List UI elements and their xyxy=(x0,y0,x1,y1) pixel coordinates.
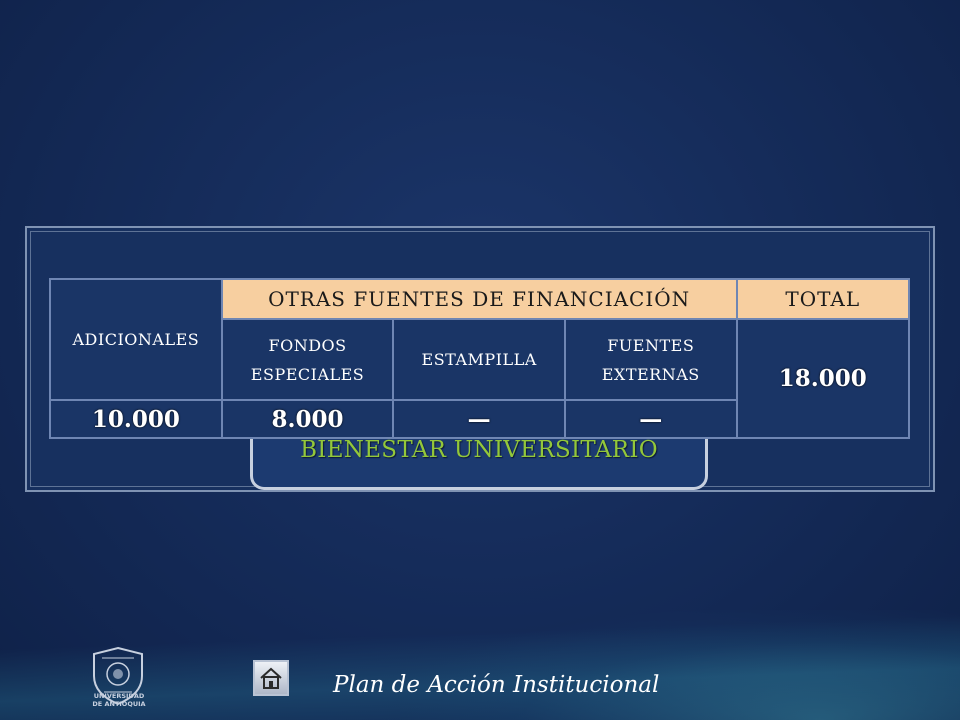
financing-table: ADICIONALES OTRAS FUENTES DE FINANCIACIÓ… xyxy=(49,278,911,439)
estampilla-value-cell: — xyxy=(392,399,566,439)
home-button[interactable] xyxy=(253,660,289,696)
total-header: TOTAL xyxy=(735,278,911,320)
estampilla-header: ESTAMPILLA xyxy=(392,318,566,401)
footer-title: Plan de Acción Institucional xyxy=(333,672,660,698)
fondos-especiales-header: FONDOS ESPECIALES xyxy=(220,318,395,401)
section-label: BIENESTAR UNIVERSITARIO xyxy=(300,437,658,463)
otras-fuentes-header: OTRAS FUENTES DE FINANCIACIÓN xyxy=(220,278,738,320)
fuentes-externas-header: FUENTES EXTERNAS xyxy=(563,318,738,401)
background-glow xyxy=(400,610,960,720)
table-header-row: ADICIONALES OTRAS FUENTES DE FINANCIACIÓ… xyxy=(49,278,911,401)
adicionales-header: ADICIONALES xyxy=(49,278,223,401)
fondos-especiales-value-cell: 8.000 xyxy=(220,399,395,439)
total-value-cell: 18.000 xyxy=(735,318,911,439)
home-icon xyxy=(260,667,282,689)
total-value: 18.000 xyxy=(778,365,867,392)
fuentes-externas-value: — xyxy=(639,405,663,433)
university-name: UNIVERSIDAD DE ANTIOQUIA xyxy=(92,692,146,708)
estampilla-value: — xyxy=(467,405,491,433)
adicionales-value: 10.000 xyxy=(91,405,180,433)
fuentes-externas-value-cell: — xyxy=(563,399,738,439)
adicionales-value-cell: 10.000 xyxy=(49,399,223,439)
fondos-especiales-value: 8.000 xyxy=(271,405,344,433)
